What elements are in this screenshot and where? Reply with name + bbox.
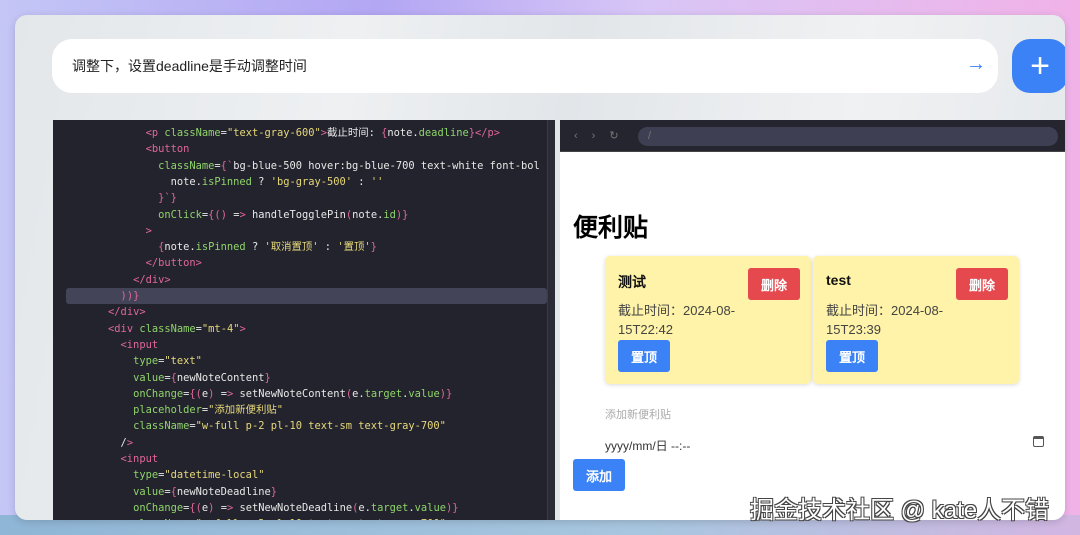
note-deadline: 截止时间：2024-08-15T23:39 [826,303,944,337]
code-line: <button [145,143,190,156]
prompt-input[interactable]: 调整下，设置deadline是手动调整时间 → [52,39,998,93]
send-arrow-icon[interactable]: → [966,53,986,76]
code-line: /> [70,436,134,449]
code-line: className="w-full p-2 pl-10 text-sm text… [53,516,547,520]
code-line: type="datetime-local" [133,469,265,482]
code-line: value={newNoteContent} [133,371,271,384]
deadline-input[interactable]: yyyy/mm/日 --:-- [605,437,690,454]
code-line: }`} [158,192,177,205]
code-line: </div> [108,306,146,319]
code-line: placeholder="添加新便利贴" [133,404,284,417]
editor-scrollbar[interactable] [547,120,555,520]
delete-button[interactable]: 删除 [748,268,800,300]
code-line: type="text" [133,355,202,368]
back-icon[interactable]: ‹ [574,130,578,142]
code-line: className={`bg-blue-500 hover:bg-blue-70… [158,159,540,172]
note-title: 测试 [618,274,646,290]
prompt-text: 调整下，设置deadline是手动调整时间 [72,58,307,74]
note-deadline: 截止时间：2024-08-15T22:42 [618,303,736,337]
code-line: <div className="mt-4"> [108,322,246,335]
code-line: note.isPinned ? 'bg-gray-500' : '' [70,175,384,188]
code-line: className="w-full p-2 pl-10 text-sm text… [133,420,446,433]
calendar-icon[interactable] [1033,436,1044,447]
code-line: {note.isPinned ? '取消置顶' : '置顶'} [158,241,377,254]
reload-icon[interactable]: ↻ [609,129,618,142]
main-panel: 调整下，设置deadline是手动调整时间 → + <p className="… [15,15,1065,520]
delete-button[interactable]: 删除 [956,268,1008,300]
code-line: onChange={(e) => setNewNoteDeadline(e.ta… [133,501,459,514]
code-line: ))} [66,288,547,305]
code-line: value={newNoteDeadline} [133,485,277,498]
code-editor[interactable]: <p className="text-gray-600">截止时间: {note… [53,120,555,520]
pin-button[interactable]: 置顶 [826,340,878,372]
forward-icon[interactable]: › [592,130,596,142]
code-line: <input [120,453,159,465]
browser-toolbar: ‹ › ↻ / [560,120,1065,152]
add-button[interactable]: 添加 [573,459,625,491]
code-line: </button> [145,257,202,270]
url-bar[interactable]: / [638,127,1058,146]
code-line: </div> [133,273,171,286]
code-line: <p className="text-gray-600">截止时间: {note… [145,127,501,139]
code-line: onChange={(e) => setNewNoteContent(e.tar… [133,387,453,400]
note-content-input[interactable]: 添加新便利贴 [605,406,671,422]
new-chat-button[interactable]: + [1012,39,1065,93]
browser-preview: ‹ › ↻ / 便利贴 测试 删除 截止时间：2024-08-15T22:42 … [560,120,1065,520]
code-line: <input [120,338,159,351]
watermark: 掘金技术社区 @ kate人不错 [750,497,1050,524]
page-title: 便利贴 [573,214,649,242]
note-card: test 删除 截止时间：2024-08-15T23:39 置顶 [813,256,1019,384]
code-line: > [145,224,152,237]
code-line: onClick={() => handleTogglePin(note.id)} [158,208,409,221]
note-title: test [826,272,851,288]
note-card: 测试 删除 截止时间：2024-08-15T22:42 置顶 [605,256,811,384]
pin-button[interactable]: 置顶 [618,340,670,372]
